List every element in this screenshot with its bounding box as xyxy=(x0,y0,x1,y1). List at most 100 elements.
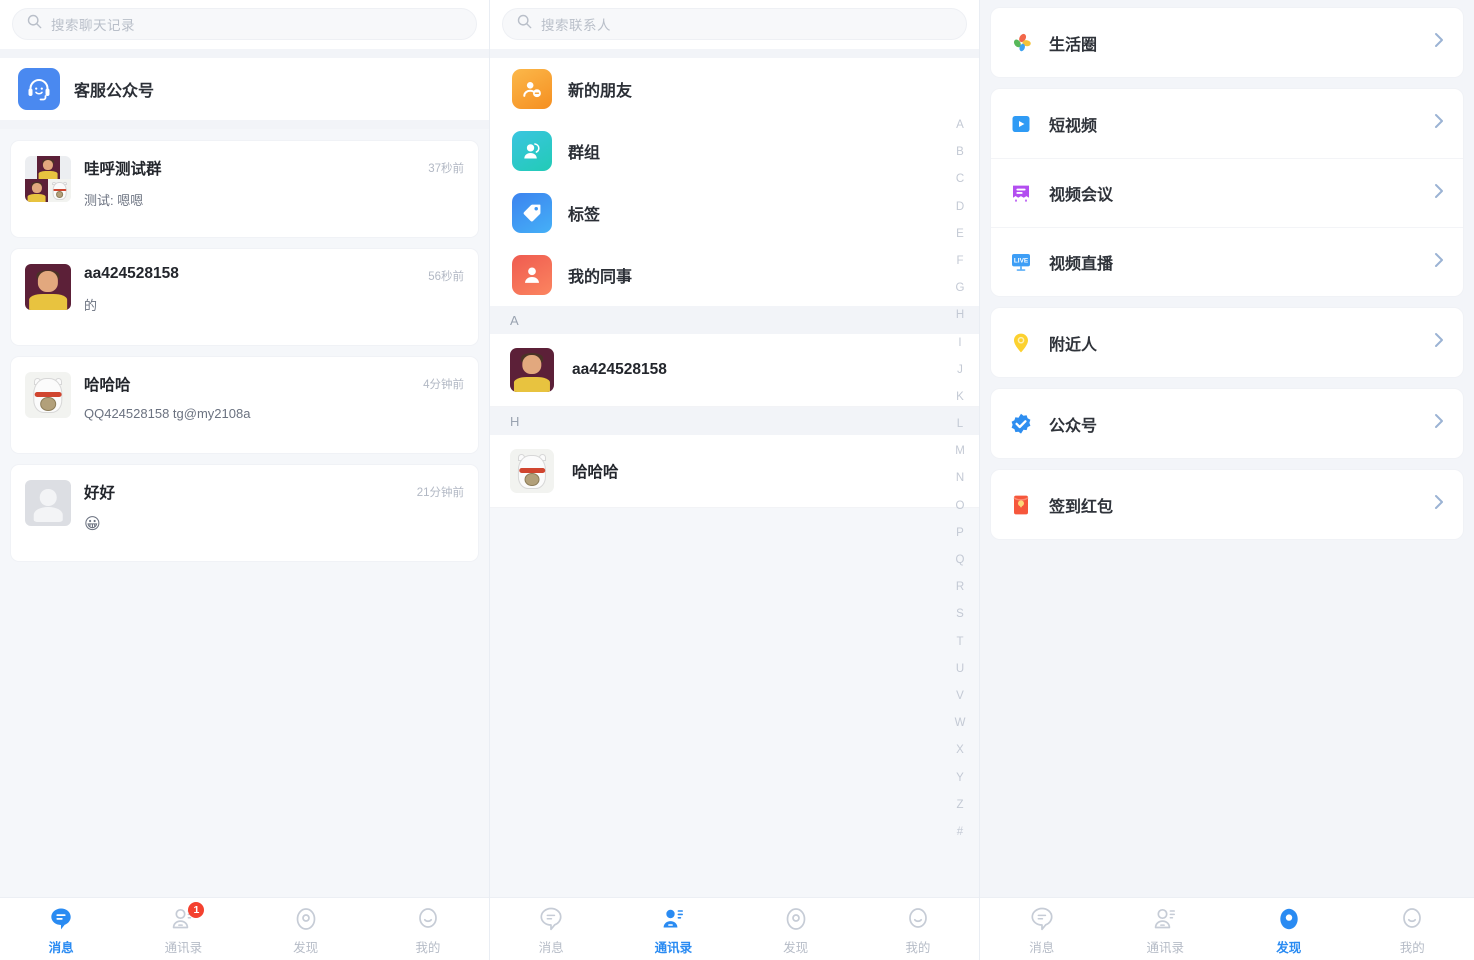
alphabet-index-letter[interactable]: J xyxy=(957,357,963,384)
tab-label: 消息 xyxy=(49,937,74,956)
divider-strip xyxy=(490,49,979,58)
contact-search-input[interactable]: 搜索联系人 xyxy=(502,8,967,40)
alphabet-index-letter[interactable]: D xyxy=(956,194,964,221)
discover-item-label: 生活圈 xyxy=(1049,31,1417,55)
alphabet-index-letter[interactable]: C xyxy=(956,166,964,193)
chat-preview: 😀 xyxy=(84,514,464,534)
chat-list-item[interactable]: 好好 21分钟前 😀 xyxy=(10,464,479,562)
contact-function-new-friend[interactable]: 新的朋友 xyxy=(490,58,979,120)
avatar xyxy=(510,348,554,392)
contact-function-tag[interactable]: 标签 xyxy=(490,182,979,244)
official-account-row[interactable]: 客服公众号 xyxy=(0,58,489,120)
chat-list-item[interactable]: 哈哈哈 4分钟前 QQ424528158 tg@my2108a xyxy=(10,356,479,454)
message-icon xyxy=(1029,906,1055,932)
alphabet-index-letter[interactable]: V xyxy=(956,683,964,710)
alphabet-index-letter[interactable]: H xyxy=(956,302,964,329)
discover-group: 附近人 xyxy=(990,307,1464,378)
discover-item-label: 视频直播 xyxy=(1049,250,1417,274)
alphabet-index-letter[interactable]: Z xyxy=(956,792,963,819)
alphabet-index-letter[interactable]: I xyxy=(958,330,961,357)
unread-badge: 1 xyxy=(188,902,204,918)
discover-item-red-packet[interactable]: 签到红包 xyxy=(991,470,1463,539)
alphabet-index-letter[interactable]: B xyxy=(956,139,964,166)
verified-badge-icon xyxy=(1009,412,1033,436)
contact-function-label: 新的朋友 xyxy=(568,77,632,101)
tab-profile[interactable]: 我的 xyxy=(857,898,979,960)
tab-discover[interactable]: 发现 xyxy=(245,898,367,960)
chat-search-input[interactable]: 搜索聊天记录 xyxy=(12,8,477,40)
contact-list-item[interactable]: aa424528158 xyxy=(490,334,979,407)
message-icon xyxy=(48,906,74,932)
chevron-right-icon xyxy=(1433,112,1445,135)
alphabet-index-letter[interactable]: Q xyxy=(956,547,965,574)
discover-item-nearby[interactable]: 附近人 xyxy=(991,308,1463,377)
chat-list-item[interactable]: 哇呼测试群 37秒前 测试: 嗯嗯 xyxy=(10,140,479,238)
alphabet-index-letter[interactable]: Y xyxy=(956,765,964,792)
chevron-right-icon xyxy=(1433,251,1445,274)
search-icon xyxy=(27,14,42,34)
messages-search-wrap: 搜索聊天记录 xyxy=(0,0,489,49)
alphabet-index-letter[interactable]: M xyxy=(955,438,965,465)
contact-function-colleague[interactable]: 我的同事 xyxy=(490,244,979,306)
discover-panel-body: 生活圈 短视频 xyxy=(980,0,1474,897)
alphabet-index-letter[interactable]: N xyxy=(956,465,964,492)
alphabet-index-letter[interactable]: G xyxy=(956,275,965,302)
tab-messages[interactable]: 消息 xyxy=(980,898,1104,960)
alphabet-index-letter[interactable]: S xyxy=(956,601,964,628)
tab-contacts[interactable]: 1 通讯录 xyxy=(122,898,244,960)
moments-flower-icon xyxy=(1009,31,1033,55)
alphabet-index-letter[interactable]: L xyxy=(957,411,963,438)
alphabet-index-letter[interactable]: U xyxy=(956,656,964,683)
discover-item-live-stream[interactable]: LIVE 视频直播 xyxy=(991,227,1463,296)
discover-item-video-meeting[interactable]: 视频会议 xyxy=(991,158,1463,227)
discover-item-moments[interactable]: 生活圈 xyxy=(991,8,1463,77)
messages-tabbar: 消息 1 通讯录 发现 我的 xyxy=(0,897,489,960)
alphabet-index-letter[interactable]: E xyxy=(956,221,964,248)
alphabet-index-letter[interactable]: W xyxy=(955,710,966,737)
contact-functions-list: 新的朋友 群组 标签 xyxy=(490,58,979,306)
tab-label: 通讯录 xyxy=(165,937,203,956)
chat-preview: QQ424528158 tg@my2108a xyxy=(84,406,464,421)
alphabet-index-letter[interactable]: R xyxy=(956,574,964,601)
contact-function-label: 我的同事 xyxy=(568,263,632,287)
contacts-search-wrap: 搜索联系人 xyxy=(490,0,979,49)
alphabet-index[interactable]: ABCDEFGHIJKLMNOPQRSTUVWXYZ# xyxy=(949,112,971,846)
discover-panel: 生活圈 短视频 xyxy=(979,0,1474,960)
chat-title: 哇呼测试群 xyxy=(84,157,428,179)
contact-list-item[interactable]: 哈哈哈 xyxy=(490,435,979,508)
tab-messages[interactable]: 消息 xyxy=(490,898,612,960)
tab-discover[interactable]: 发现 xyxy=(735,898,857,960)
chevron-right-icon xyxy=(1433,31,1445,54)
svg-text:LIVE: LIVE xyxy=(1014,258,1029,265)
chat-preview: 测试: 嗯嗯 xyxy=(84,190,464,209)
discover-item-label: 短视频 xyxy=(1049,112,1417,136)
alphabet-index-letter[interactable]: X xyxy=(956,737,964,764)
discover-group: 签到红包 xyxy=(990,469,1464,540)
chat-list-item[interactable]: aa424528158 56秒前 的 xyxy=(10,248,479,346)
alphabet-index-letter[interactable]: P xyxy=(956,520,964,547)
chevron-right-icon xyxy=(1433,182,1445,205)
tab-contacts[interactable]: 通讯录 xyxy=(612,898,734,960)
alphabet-index-letter[interactable]: A xyxy=(956,112,964,139)
tab-messages[interactable]: 消息 xyxy=(0,898,122,960)
chat-timestamp: 21分钟前 xyxy=(417,481,464,500)
profile-icon xyxy=(415,906,441,932)
alphabet-index-letter[interactable]: O xyxy=(956,493,965,520)
tab-profile[interactable]: 我的 xyxy=(367,898,489,960)
profile-icon xyxy=(1399,906,1425,932)
tab-contacts[interactable]: 通讯录 xyxy=(1104,898,1228,960)
contact-function-group[interactable]: 群组 xyxy=(490,120,979,182)
tab-profile[interactable]: 我的 xyxy=(1351,898,1474,960)
tab-discover[interactable]: 发现 xyxy=(1227,898,1351,960)
chevron-right-icon xyxy=(1433,493,1445,516)
contacts-panel: 搜索联系人 新的朋友 群组 xyxy=(489,0,979,960)
alphabet-index-letter[interactable]: # xyxy=(957,819,963,846)
contacts-icon: 1 xyxy=(170,906,196,932)
alphabet-index-letter[interactable]: T xyxy=(956,629,963,656)
contact-name: 哈哈哈 xyxy=(572,460,619,482)
discover-item-short-video[interactable]: 短视频 xyxy=(991,89,1463,158)
contacts-panel-body: 搜索联系人 新的朋友 群组 xyxy=(490,0,979,897)
alphabet-index-letter[interactable]: K xyxy=(956,384,964,411)
discover-item-official-account[interactable]: 公众号 xyxy=(991,389,1463,458)
alphabet-index-letter[interactable]: F xyxy=(956,248,963,275)
